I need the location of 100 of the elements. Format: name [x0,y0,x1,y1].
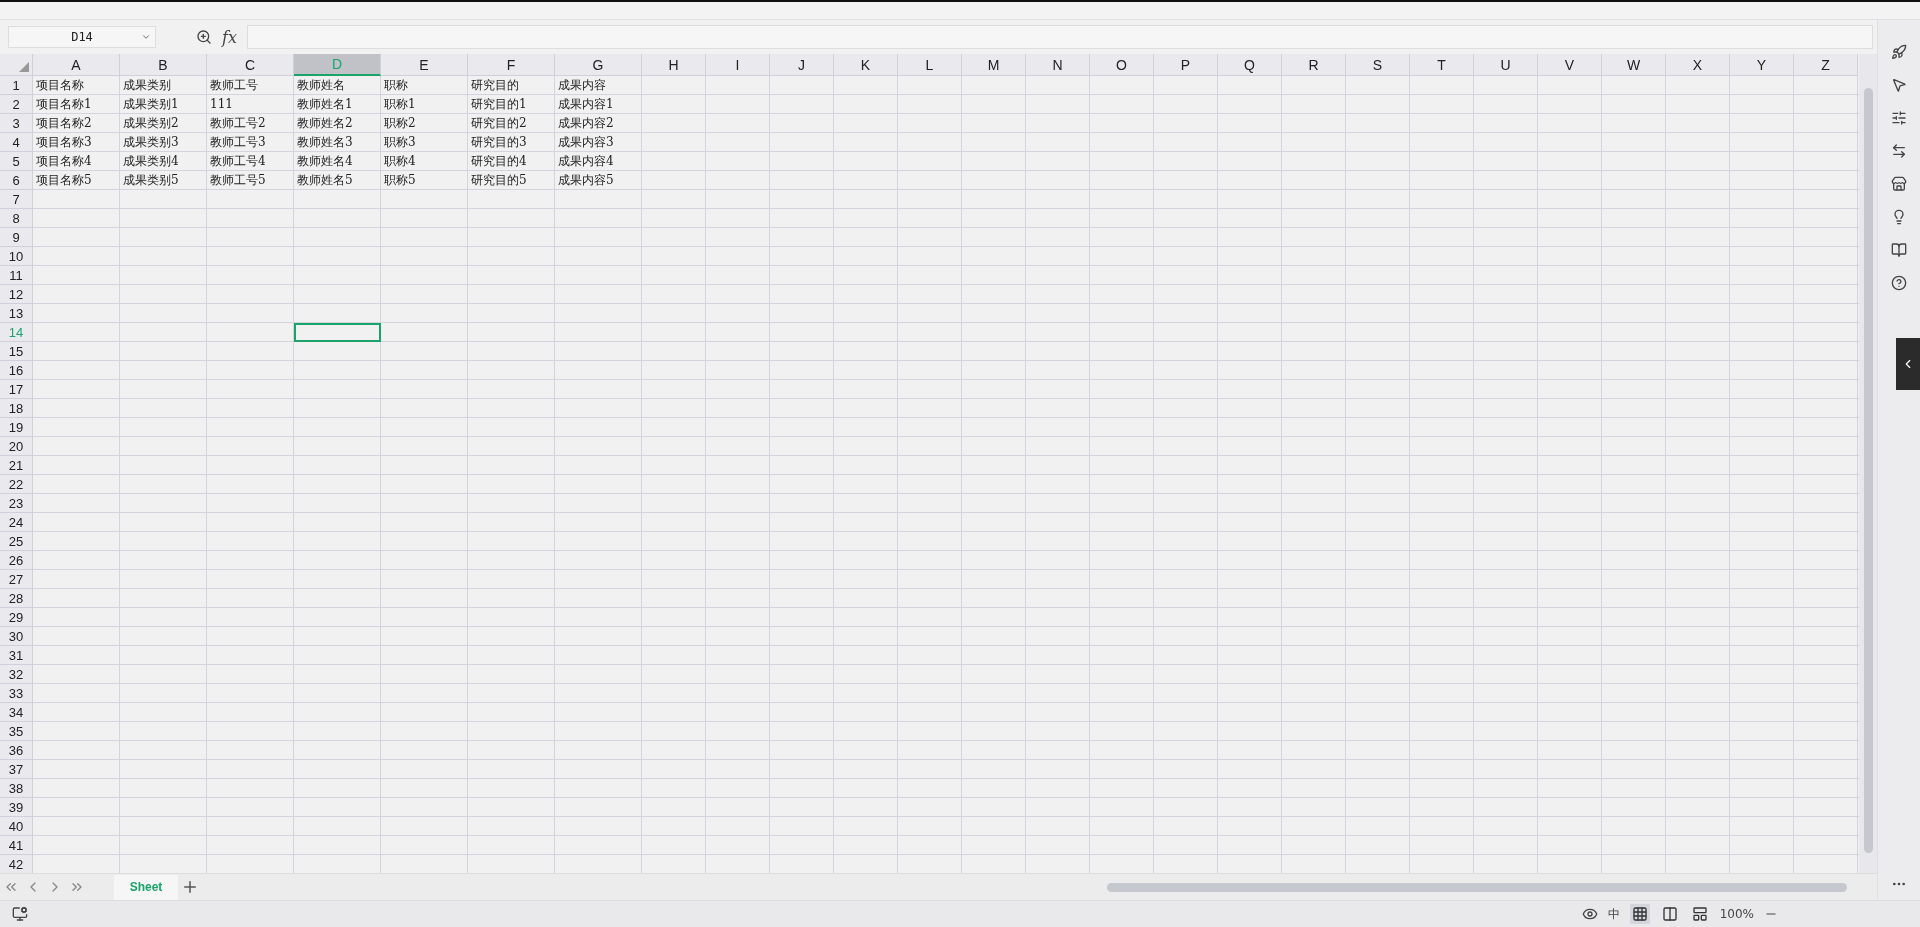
column-header[interactable]: U [1474,54,1538,76]
column-header[interactable]: S [1346,54,1410,76]
row-header[interactable]: 17 [0,380,33,399]
book-icon[interactable] [1891,242,1907,258]
row-header[interactable]: 18 [0,399,33,418]
row-header[interactable]: 6 [0,171,33,190]
column-header[interactable]: G [555,54,642,76]
column-header[interactable]: E [381,54,468,76]
row-header[interactable]: 23 [0,494,33,513]
row-header[interactable]: 41 [0,836,33,855]
store-icon[interactable] [1891,176,1907,192]
row-header[interactable]: 31 [0,646,33,665]
row-header[interactable]: 34 [0,703,33,722]
table-cell-text: 职称5 [383,172,417,189]
column-header[interactable]: J [770,54,834,76]
row-header[interactable]: 7 [0,190,33,209]
column-header[interactable]: W [1602,54,1666,76]
row-header[interactable]: 33 [0,684,33,703]
table-cell-text: 职称2 [383,115,417,132]
table-cell-text: 成果内容4 [557,153,615,170]
name-box[interactable]: D14 [8,26,156,48]
active-cell-cursor[interactable] [294,323,381,342]
table-cell-text: 教师工号4 [209,153,267,170]
row-header[interactable]: 8 [0,209,33,228]
row-header[interactable]: 37 [0,760,33,779]
column-header[interactable]: B [120,54,207,76]
column-header[interactable]: I [706,54,770,76]
table-cell-text: 项目名称1 [35,96,93,113]
swap-icon[interactable] [1891,143,1907,159]
row-header[interactable]: 15 [0,342,33,361]
row-header[interactable]: 39 [0,798,33,817]
column-header[interactable]: T [1410,54,1474,76]
row-header[interactable]: 5 [0,152,33,171]
row-header[interactable]: 42 [0,855,33,873]
zoom-icon[interactable] [196,29,212,45]
row-header[interactable]: 4 [0,133,33,152]
vertical-scrollbar[interactable] [1859,54,1877,873]
table-cell-text: 研究目的4 [470,153,528,170]
column-header[interactable]: C [207,54,294,76]
table-cell-text: 研究目的5 [470,172,528,189]
column-header[interactable]: X [1666,54,1730,76]
column-header[interactable]: Y [1730,54,1794,76]
input-mode[interactable]: 中 [1607,905,1620,923]
column-header[interactable]: M [962,54,1026,76]
row-header[interactable]: 12 [0,285,33,304]
lightbulb-icon[interactable] [1891,209,1907,225]
row-header[interactable]: 35 [0,722,33,741]
row-header[interactable]: 24 [0,513,33,532]
column-header[interactable]: L [898,54,962,76]
row-header[interactable]: 19 [0,418,33,437]
column-header[interactable]: A [33,54,120,76]
row-header[interactable]: 9 [0,228,33,247]
column-header[interactable]: P [1154,54,1218,76]
column-header[interactable]: H [642,54,706,76]
row-header[interactable]: 10 [0,247,33,266]
table-cell-text: 成果内容2 [557,115,615,132]
row-header[interactable]: 16 [0,361,33,380]
column-header[interactable]: O [1090,54,1154,76]
row-header[interactable]: 13 [0,304,33,323]
row-header[interactable]: 27 [0,570,33,589]
row-header[interactable]: 32 [0,665,33,684]
row-header[interactable]: 11 [0,266,33,285]
macro-icon[interactable] [12,906,28,922]
table-cell-text: 研究目的 [470,77,520,94]
column-header[interactable]: Z [1794,54,1858,76]
row-header[interactable]: 20 [0,437,33,456]
row-header[interactable]: 3 [0,114,33,133]
column-header[interactable]: N [1026,54,1090,76]
row-header[interactable]: 2 [0,95,33,114]
eye-icon[interactable] [1581,906,1598,922]
help-icon[interactable] [1891,275,1907,291]
normal-view-button[interactable] [1629,904,1650,924]
row-header[interactable]: 29 [0,608,33,627]
column-header[interactable]: F [468,54,555,76]
table-cell-text: 教师姓名1 [296,96,354,113]
column-header[interactable]: Q [1218,54,1282,76]
row-header[interactable]: 22 [0,475,33,494]
table-cell-text: 成果类别3 [122,134,180,151]
row-header[interactable]: 25 [0,532,33,551]
reading-view-icon [1661,906,1678,922]
row-header[interactable]: 1 [0,76,33,95]
table-cell-text: 教师工号3 [209,134,267,151]
rocket-icon[interactable] [1891,44,1907,60]
fx-label[interactable]: fx [222,27,237,47]
table-cell-text: 成果内容1 [557,96,615,113]
table-cell-text: 项目名称3 [35,134,93,151]
column-header[interactable]: R [1282,54,1346,76]
row-header[interactable]: 38 [0,779,33,798]
row-header[interactable]: 30 [0,627,33,646]
sliders-icon[interactable] [1891,110,1907,126]
row-header[interactable]: 21 [0,456,33,475]
formula-input[interactable] [246,25,1873,49]
row-header[interactable]: 40 [0,817,33,836]
caret-icon [141,32,151,42]
column-header[interactable]: V [1538,54,1602,76]
row-header[interactable]: 28 [0,589,33,608]
row-header[interactable]: 36 [0,741,33,760]
row-header[interactable]: 26 [0,551,33,570]
pointer-icon[interactable] [1891,77,1907,93]
column-header[interactable]: K [834,54,898,76]
